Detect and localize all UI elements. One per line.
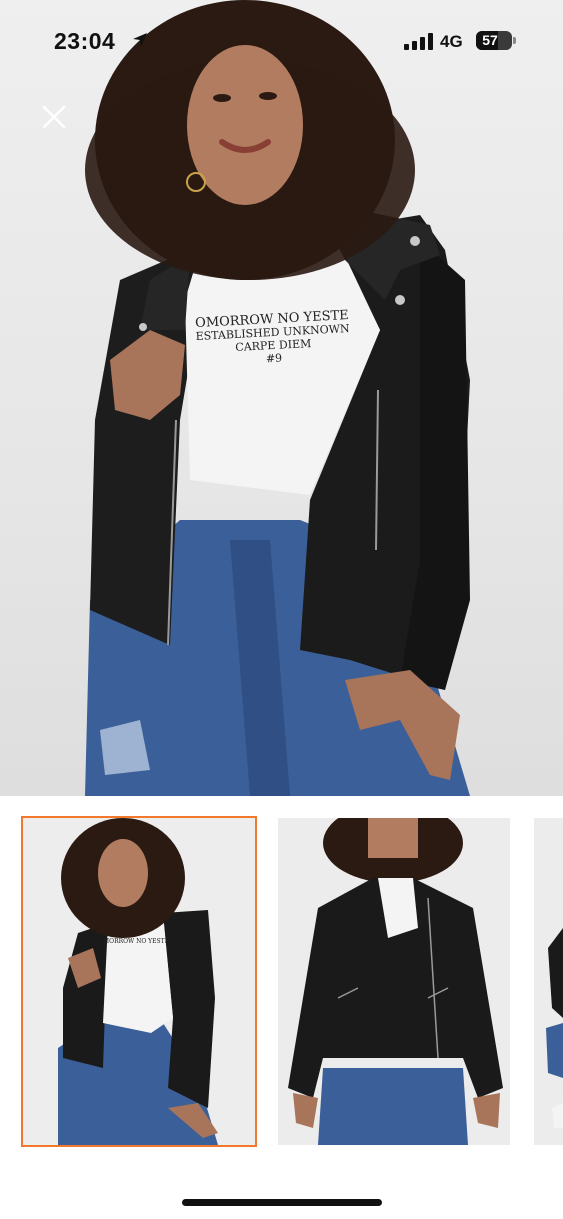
- cellular-signal-icon: [404, 33, 433, 50]
- battery-level: 57: [482, 32, 498, 48]
- model-photo: [85, 0, 470, 796]
- status-time: 23:04: [54, 28, 116, 54]
- home-indicator[interactable]: [182, 1199, 382, 1206]
- product-hero-image[interactable]: OMORROW NO YESTE ESTABLISHED UNKNOWN CAR…: [0, 0, 563, 796]
- thumbnail-3-image: [534, 818, 563, 1145]
- tshirt-print: OMORROW NO YESTE ESTABLISHED UNKNOWN CAR…: [192, 308, 355, 369]
- close-icon[interactable]: [40, 103, 68, 131]
- thumbnail-2[interactable]: [278, 818, 510, 1145]
- thumbnail-strip[interactable]: MORROW NO YESTE: [0, 796, 563, 1176]
- status-bar: 23:04 4G 57: [0, 0, 563, 80]
- thumbnail-2-image: [278, 818, 510, 1145]
- thumbnail-3[interactable]: [534, 818, 563, 1145]
- location-arrow-icon: [133, 33, 147, 47]
- network-type: 4G: [440, 32, 463, 51]
- thumbnail-1-image: [23, 818, 255, 1145]
- battery-icon: 57: [476, 31, 516, 50]
- thumbnail-1-tshirt-print: MORROW NO YESTE: [103, 938, 169, 945]
- thumbnail-1[interactable]: MORROW NO YESTE: [21, 816, 257, 1147]
